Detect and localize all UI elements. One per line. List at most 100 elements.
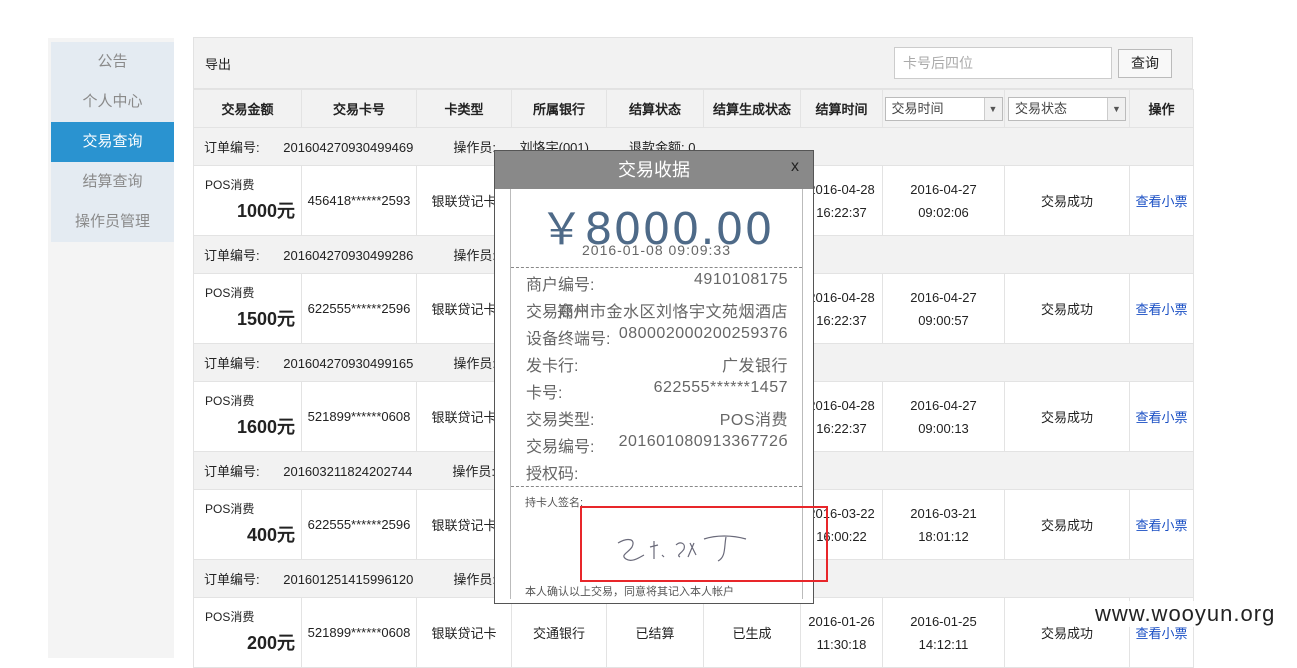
receipt-field-value: 20160108091336772б	[618, 433, 788, 450]
trade-clock: 09:00:57	[918, 312, 969, 328]
view-receipt-link[interactable]: 查看小票	[1135, 302, 1187, 317]
order-number-label: 订单编号:	[204, 464, 264, 479]
trade-date: 2016-04-27	[910, 181, 977, 197]
col-header-status: 交易状态 ▼	[1004, 89, 1130, 128]
col-header-action: 操作	[1129, 89, 1194, 128]
search-button[interactable]: 查询	[1118, 49, 1172, 78]
sidebar-item-operators[interactable]: 操作员管理	[51, 202, 174, 242]
settle-date: 2016-01-26	[808, 613, 875, 629]
card-last4-search-input[interactable]	[894, 47, 1112, 79]
receipt-field-value: POS消费	[719, 412, 788, 429]
receipt-date: 2016-01-08 09:09:33	[582, 242, 731, 258]
amount-value: 1600元	[236, 417, 295, 437]
receipt-field: 授权码:	[526, 460, 788, 483]
settle-clock: 16:22:37	[816, 420, 867, 436]
col-header-settle-status: 结算状态	[606, 89, 704, 128]
receipt-field-value: 4910108175	[694, 271, 788, 288]
watermark: www.wooyun.org	[1091, 601, 1280, 627]
order-number: 订单编号: 201604270930499165	[204, 356, 433, 371]
receipt-field-label: 交易类型:	[526, 412, 595, 429]
sidebar-item-notice[interactable]: 公告	[51, 42, 174, 82]
card-number: 622555******2596	[301, 489, 417, 560]
card-type: 银联贷记卡	[416, 597, 512, 668]
amount-cell: POS消费 1500元	[193, 273, 302, 344]
dashed-divider	[511, 267, 802, 268]
modal-title: 交易收据	[618, 160, 690, 180]
receipt-field: 交易编号: 20160108091336772б	[526, 433, 788, 456]
trade-clock: 09:02:06	[918, 204, 969, 220]
trade-time-filter-value: 交易时间	[891, 100, 944, 116]
trade-type: POS消费	[205, 610, 255, 624]
card-number: 521899******0608	[301, 597, 417, 668]
receipt-field-value: 广发银行	[721, 358, 788, 375]
operator-label: 操作员:	[453, 356, 500, 371]
status-filter-value: 交易状态	[1015, 100, 1068, 116]
trade-time: 2016-04-27 09:00:13	[882, 381, 1005, 452]
view-receipt-link[interactable]: 查看小票	[1135, 194, 1187, 209]
trade-type: POS消费	[205, 394, 255, 408]
receipt-field-value: 080002000200259376	[618, 325, 788, 342]
signature-highlight-box	[580, 506, 828, 582]
action-cell: 查看小票	[1129, 273, 1194, 344]
trade-status: 交易成功	[1004, 489, 1130, 560]
col-header-settle-time: 结算时间	[800, 89, 883, 128]
settle-status: 已结算	[606, 597, 704, 668]
operator-label: 操作员:	[453, 572, 500, 587]
col-header-amount: 交易金额	[193, 89, 302, 128]
order-number-value: 201604270930499469	[283, 140, 414, 155]
operator-label: 操作员:	[453, 140, 500, 155]
receipt-field: 设备终端号: 080002000200259376	[526, 325, 788, 348]
amount-value: 400元	[246, 525, 295, 545]
cardholder-confirmation: 本人确认以上交易，同意将其记入本人帐户	[525, 586, 734, 598]
col-header-bank: 所属银行	[511, 89, 607, 128]
card-number: 622555******2596	[301, 273, 417, 344]
order-number-value: 201601251415996120	[283, 572, 414, 587]
order-number: 订单编号: 201604270930499469	[204, 140, 433, 155]
amount-cell: POS消费 1000元	[193, 165, 302, 236]
action-cell: 查看小票	[1129, 489, 1194, 560]
col-header-gen-status: 结算生成状态	[703, 89, 801, 128]
order-number-value: 201604270930499286	[283, 248, 414, 263]
order-number: 订单编号: 201601251415996120	[204, 572, 433, 587]
settle-date: 2016-04-28	[808, 181, 875, 197]
card-number: 456418******2593	[301, 165, 417, 236]
action-cell: 查看小票	[1129, 165, 1194, 236]
trade-clock: 14:12:11	[918, 636, 969, 652]
trade-time: 2016-01-25 14:12:11	[882, 597, 1005, 668]
amount-cell: POS消费 200元	[193, 597, 302, 668]
trade-type: POS消费	[205, 502, 255, 516]
table-row: POS消费 200元 521899******0608 银联贷记卡 交通银行 已结算 已生成…	[193, 597, 1194, 668]
view-receipt-link[interactable]: 查看小票	[1135, 626, 1187, 641]
settle-date: 2016-04-28	[808, 289, 875, 305]
order-number: 订单编号: 201604270930499286	[204, 248, 433, 263]
receipt-field: 交易类型: POS消费	[526, 406, 788, 429]
amount-cell: POS消费 1600元	[193, 381, 302, 452]
chevron-down-icon: ▼	[983, 97, 1002, 120]
sidebar-item-transactions[interactable]: 交易查询	[51, 122, 174, 162]
view-receipt-link[interactable]: 查看小票	[1135, 410, 1187, 425]
trade-time-filter-select[interactable]: 交易时间 ▼	[884, 96, 1003, 121]
bank: 交通银行	[511, 597, 607, 668]
trade-status: 交易成功	[1004, 165, 1130, 236]
gen-status: 已生成	[703, 597, 801, 668]
receipt-field-value: 郑州市金水区刘恪宇文苑烟酒店	[556, 304, 788, 321]
sidebar-item-profile[interactable]: 个人中心	[51, 82, 174, 122]
settle-time: 2016-01-26 11:30:18	[800, 597, 883, 668]
trade-date: 2016-03-21	[910, 505, 977, 521]
trade-time: 2016-03-21 18:01:12	[882, 489, 1005, 560]
order-number-value: 201604270930499165	[283, 356, 414, 371]
modal-header: 交易收据 x	[495, 151, 813, 189]
close-icon[interactable]: x	[791, 148, 799, 186]
receipt-field-label: 交易编号:	[526, 439, 595, 456]
export-link[interactable]: 导出	[205, 54, 231, 73]
sidebar-item-settlement[interactable]: 结算查询	[51, 162, 174, 202]
amount-value: 200元	[246, 633, 295, 653]
amount-value: 1500元	[236, 309, 295, 329]
view-receipt-link[interactable]: 查看小票	[1135, 518, 1187, 533]
settle-clock: 16:22:37	[816, 312, 867, 328]
receipt-field-label: 授权码:	[526, 466, 579, 483]
operator-label: 操作员:	[453, 248, 500, 263]
trade-status: 交易成功	[1004, 381, 1130, 452]
status-filter-select[interactable]: 交易状态 ▼	[1008, 96, 1126, 121]
order-number-label: 订单编号:	[204, 356, 264, 371]
